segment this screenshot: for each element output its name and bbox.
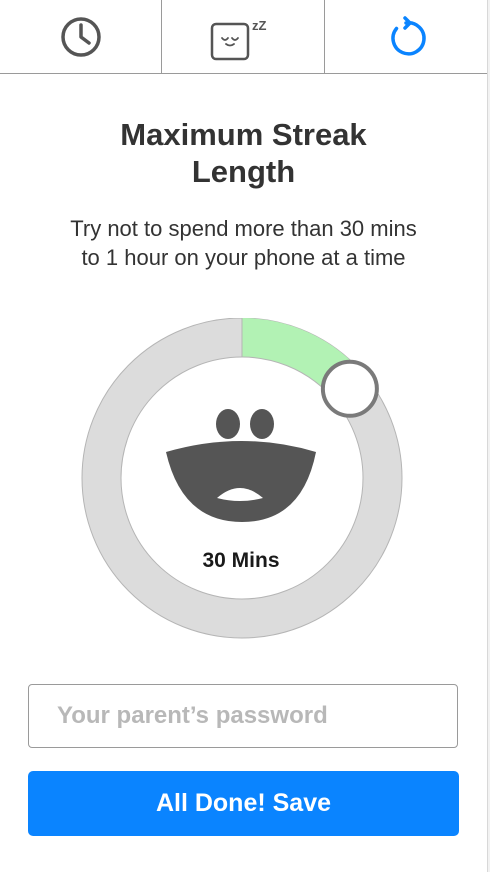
- reset-icon: [391, 15, 426, 56]
- tab-reset[interactable]: [325, 0, 487, 73]
- parent-password-input[interactable]: [28, 684, 458, 748]
- sleeping-face-icon: zZ: [210, 18, 267, 60]
- description-line-1: Try not to spend more than 30 mins: [70, 216, 417, 241]
- top-tab-bar: zZ: [0, 0, 487, 74]
- dial-value-label: 30 Mins: [202, 549, 280, 572]
- dial-handle[interactable]: [320, 359, 379, 418]
- face-left-eye: [216, 409, 240, 439]
- tab-sleep[interactable]: zZ: [162, 0, 325, 73]
- page-description: Try not to spend more than 30 mins to 1 …: [0, 214, 487, 272]
- description-line-2: to 1 hour on your phone at a time: [81, 245, 406, 270]
- streak-settings-screen: zZ Maximum Streak Length Try not to spen…: [0, 0, 490, 872]
- page-title: Maximum Streak Length: [0, 116, 487, 190]
- page-title-line-1: Maximum Streak: [120, 117, 367, 152]
- face-right-eye: [250, 409, 274, 439]
- sleep-zz-label: zZ: [252, 18, 267, 33]
- clock-icon: [60, 16, 101, 57]
- page-title-line-2: Length: [191, 154, 296, 189]
- dial-graphic: [81, 318, 403, 639]
- streak-dial[interactable]: [80, 318, 404, 642]
- tab-history[interactable]: [0, 0, 162, 73]
- save-button[interactable]: All Done! Save: [28, 771, 459, 836]
